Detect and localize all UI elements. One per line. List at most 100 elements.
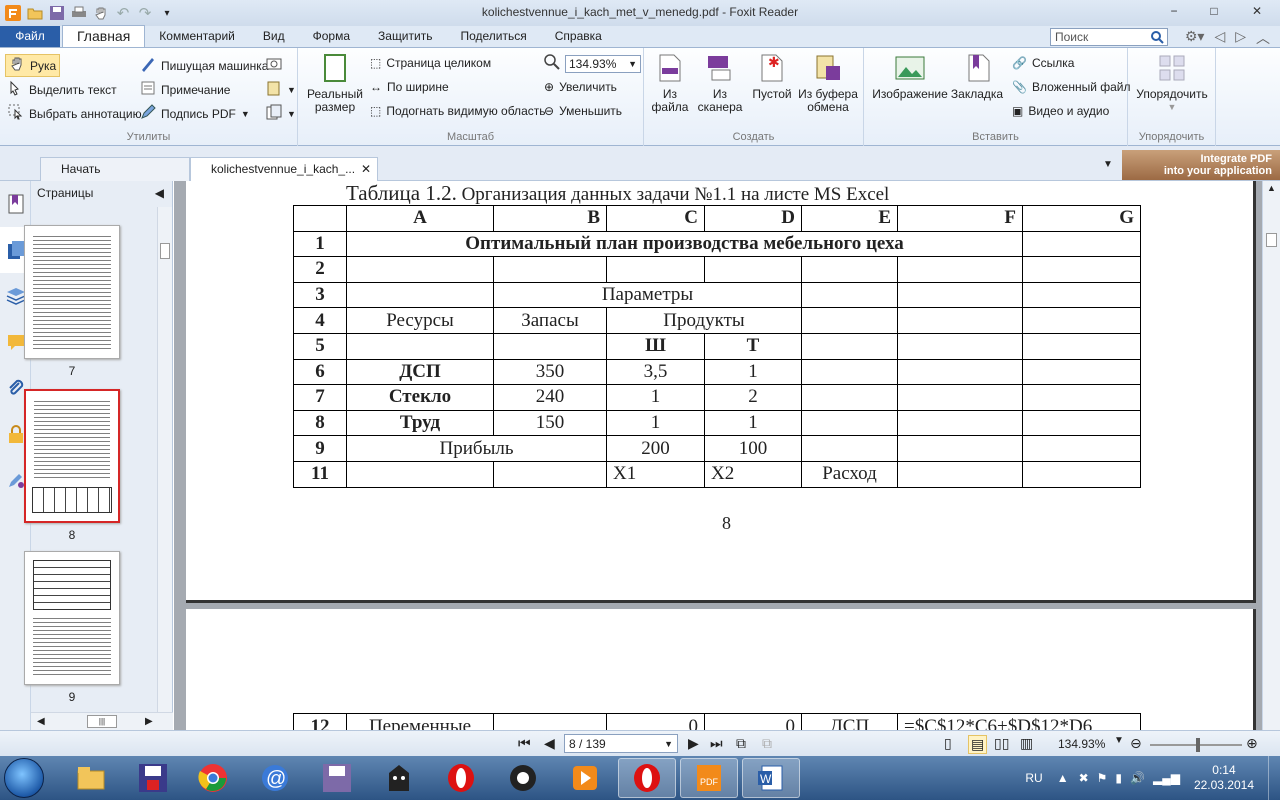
from-file-button[interactable]: Из файла [650, 52, 690, 114]
clipboard-button[interactable]: ▼ [266, 80, 296, 99]
tab-view[interactable]: Вид [249, 26, 299, 47]
zoom-out-button[interactable]: ⊖ Уменьшить [544, 104, 622, 118]
pages-panel-hscrollbar[interactable]: ◀ ||| ▶ [31, 712, 173, 730]
customize-dropdown-icon[interactable]: ▾ [158, 4, 176, 22]
nav-forward-icon[interactable]: ▷ [1235, 28, 1246, 48]
page-number-input[interactable]: 8 / 139 ▼ [564, 734, 678, 753]
settings-gear-icon[interactable]: ⚙▾ [1185, 28, 1205, 48]
search-input[interactable]: Поиск [1050, 28, 1168, 46]
ribbon-collapse-icon[interactable]: ︿ [1256, 28, 1270, 48]
previous-page-icon[interactable]: ◀ [544, 735, 555, 752]
tab-protect[interactable]: Защитить [364, 26, 446, 47]
maximize-button[interactable]: □ [1194, 0, 1234, 22]
opera-taskbar-icon[interactable] [432, 758, 490, 798]
fit-page-button[interactable]: ⬚ Страница целиком [370, 56, 491, 70]
battery-icon[interactable]: ▮ [1115, 771, 1130, 785]
opera-browser-taskbar-icon[interactable] [618, 758, 676, 798]
clock[interactable]: 0:14 22.03.2014 [1180, 763, 1268, 793]
tab-start[interactable]: Начать [40, 157, 190, 181]
document-view[interactable]: Таблица 1.2. Организация данных задачи №… [174, 181, 1262, 730]
collapse-panel-icon[interactable]: ◀ [155, 181, 164, 205]
save-icon[interactable] [48, 4, 66, 22]
search-icon[interactable] [1150, 30, 1164, 47]
bookmark-button[interactable]: Закладка [950, 52, 1004, 101]
integrate-promo-banner[interactable]: Integrate PDF into your application [1122, 150, 1280, 180]
foxit-logo-icon[interactable] [4, 4, 22, 22]
facing-pages-icon[interactable]: ▯▯ [994, 735, 1009, 752]
open-folder-icon[interactable] [26, 4, 44, 22]
page-thumbnail-9[interactable] [24, 551, 120, 685]
save-app-taskbar-icon[interactable] [124, 758, 182, 798]
tab-comment[interactable]: Комментарий [145, 26, 249, 47]
undo-icon[interactable]: ↶ [114, 4, 132, 22]
pages-menu-button[interactable]: ▼ [266, 104, 296, 123]
media-player-taskbar-icon[interactable] [556, 758, 614, 798]
language-indicator[interactable]: RU [1025, 771, 1056, 785]
from-clipboard-button[interactable]: Из буфера обмена [796, 52, 860, 114]
arrange-button[interactable]: Упорядочить ▼ [1134, 52, 1210, 114]
from-scanner-button[interactable]: Из сканера [694, 52, 746, 114]
network-warning-icon[interactable]: ✖ [1079, 771, 1097, 785]
continuous-page-icon[interactable]: ▤ [968, 735, 988, 754]
tab-home[interactable]: Главная [62, 25, 146, 47]
redo-icon[interactable]: ↷ [136, 4, 154, 22]
document-scrollbar[interactable]: ▲ [1262, 181, 1280, 730]
blank-button[interactable]: ✱ Пустой [750, 52, 794, 101]
actual-size-button[interactable]: Реальный размер [306, 52, 364, 114]
chrome-taskbar-icon[interactable] [184, 758, 242, 798]
video-audio-button[interactable]: ▣ Видео и аудио [1012, 104, 1109, 118]
tab-file[interactable]: Файл [0, 26, 60, 47]
tray-expand-icon[interactable]: ▲ [1057, 771, 1079, 785]
first-page-icon[interactable]: ⏮ [518, 735, 531, 752]
hand-tool-button[interactable]: Рука [5, 54, 61, 77]
single-page-icon[interactable]: ▯ [944, 735, 952, 752]
action-center-icon[interactable]: ⚑ [1097, 771, 1116, 785]
attached-file-button[interactable]: 📎 Вложенный файл [1012, 80, 1131, 94]
volume-icon[interactable]: 🔊 [1130, 771, 1153, 785]
fit-visible-button[interactable]: ⬚ Подогнать видимую область [370, 104, 545, 118]
zoom-in-icon[interactable]: ⊕ [1246, 735, 1258, 752]
select-text-button[interactable]: Выделить текст [8, 80, 117, 99]
snapshot-button[interactable] [266, 56, 282, 73]
tab-help[interactable]: Справка [541, 26, 616, 47]
game-taskbar-icon[interactable] [370, 758, 428, 798]
show-desktop-button[interactable] [1268, 756, 1280, 800]
last-page-icon[interactable]: ⏭ [710, 735, 723, 752]
tab-form[interactable]: Форма [299, 26, 364, 47]
previous-view-icon[interactable]: ⧉ [736, 735, 746, 752]
hand-icon[interactable] [92, 4, 110, 22]
pages-panel-scrollbar[interactable] [157, 207, 172, 712]
start-button[interactable] [4, 758, 44, 798]
close-tab-icon[interactable]: ✕ [361, 158, 371, 180]
tab-share[interactable]: Поделиться [446, 26, 540, 47]
fit-width-button[interactable]: ↔ По ширине [370, 80, 449, 94]
next-page-icon[interactable]: ▶ [688, 735, 699, 752]
zoom-select[interactable]: 134.93% ▼ [544, 54, 641, 73]
print-icon[interactable] [70, 4, 88, 22]
chrome-dev-taskbar-icon[interactable] [494, 758, 552, 798]
floppy-taskbar-icon[interactable] [308, 758, 366, 798]
mail-at-taskbar-icon[interactable]: @ [246, 758, 304, 798]
zoom-in-button[interactable]: ⊕ Увеличить [544, 80, 617, 94]
typewriter-button[interactable]: Пишущая машинка [140, 56, 268, 75]
next-view-icon[interactable]: ⧉ [762, 735, 772, 752]
explorer-taskbar-icon[interactable] [62, 758, 120, 798]
zoom-dropdown-icon[interactable]: ▼ [1114, 735, 1124, 746]
zoom-slider[interactable] [1150, 738, 1242, 752]
tabs-dropdown-icon[interactable]: ▼ [1103, 159, 1113, 170]
page-thumbnail-8[interactable] [24, 389, 120, 523]
select-annotation-button[interactable]: Выбрать аннотацию [8, 104, 142, 123]
tab-document[interactable]: kolichestvennue_i_kach_... ✕ [190, 157, 378, 181]
signal-icon[interactable]: ▂▄▆ [1153, 771, 1180, 785]
page-thumbnail-7[interactable] [24, 225, 120, 359]
continuous-facing-icon[interactable]: ▥ [1020, 735, 1033, 752]
minimize-button[interactable]: − [1154, 0, 1194, 22]
foxit-reader-taskbar-icon[interactable]: PDF [680, 758, 738, 798]
word-taskbar-icon[interactable]: W [742, 758, 800, 798]
close-button[interactable]: ✕ [1234, 0, 1280, 22]
link-button[interactable]: 🔗 Ссылка [1012, 56, 1074, 70]
zoom-out-icon[interactable]: ⊖ [1130, 735, 1142, 752]
image-button[interactable]: Изображение [872, 52, 948, 101]
bookmarks-panel-icon[interactable] [0, 181, 31, 227]
nav-back-icon[interactable]: ◁ [1214, 28, 1225, 48]
